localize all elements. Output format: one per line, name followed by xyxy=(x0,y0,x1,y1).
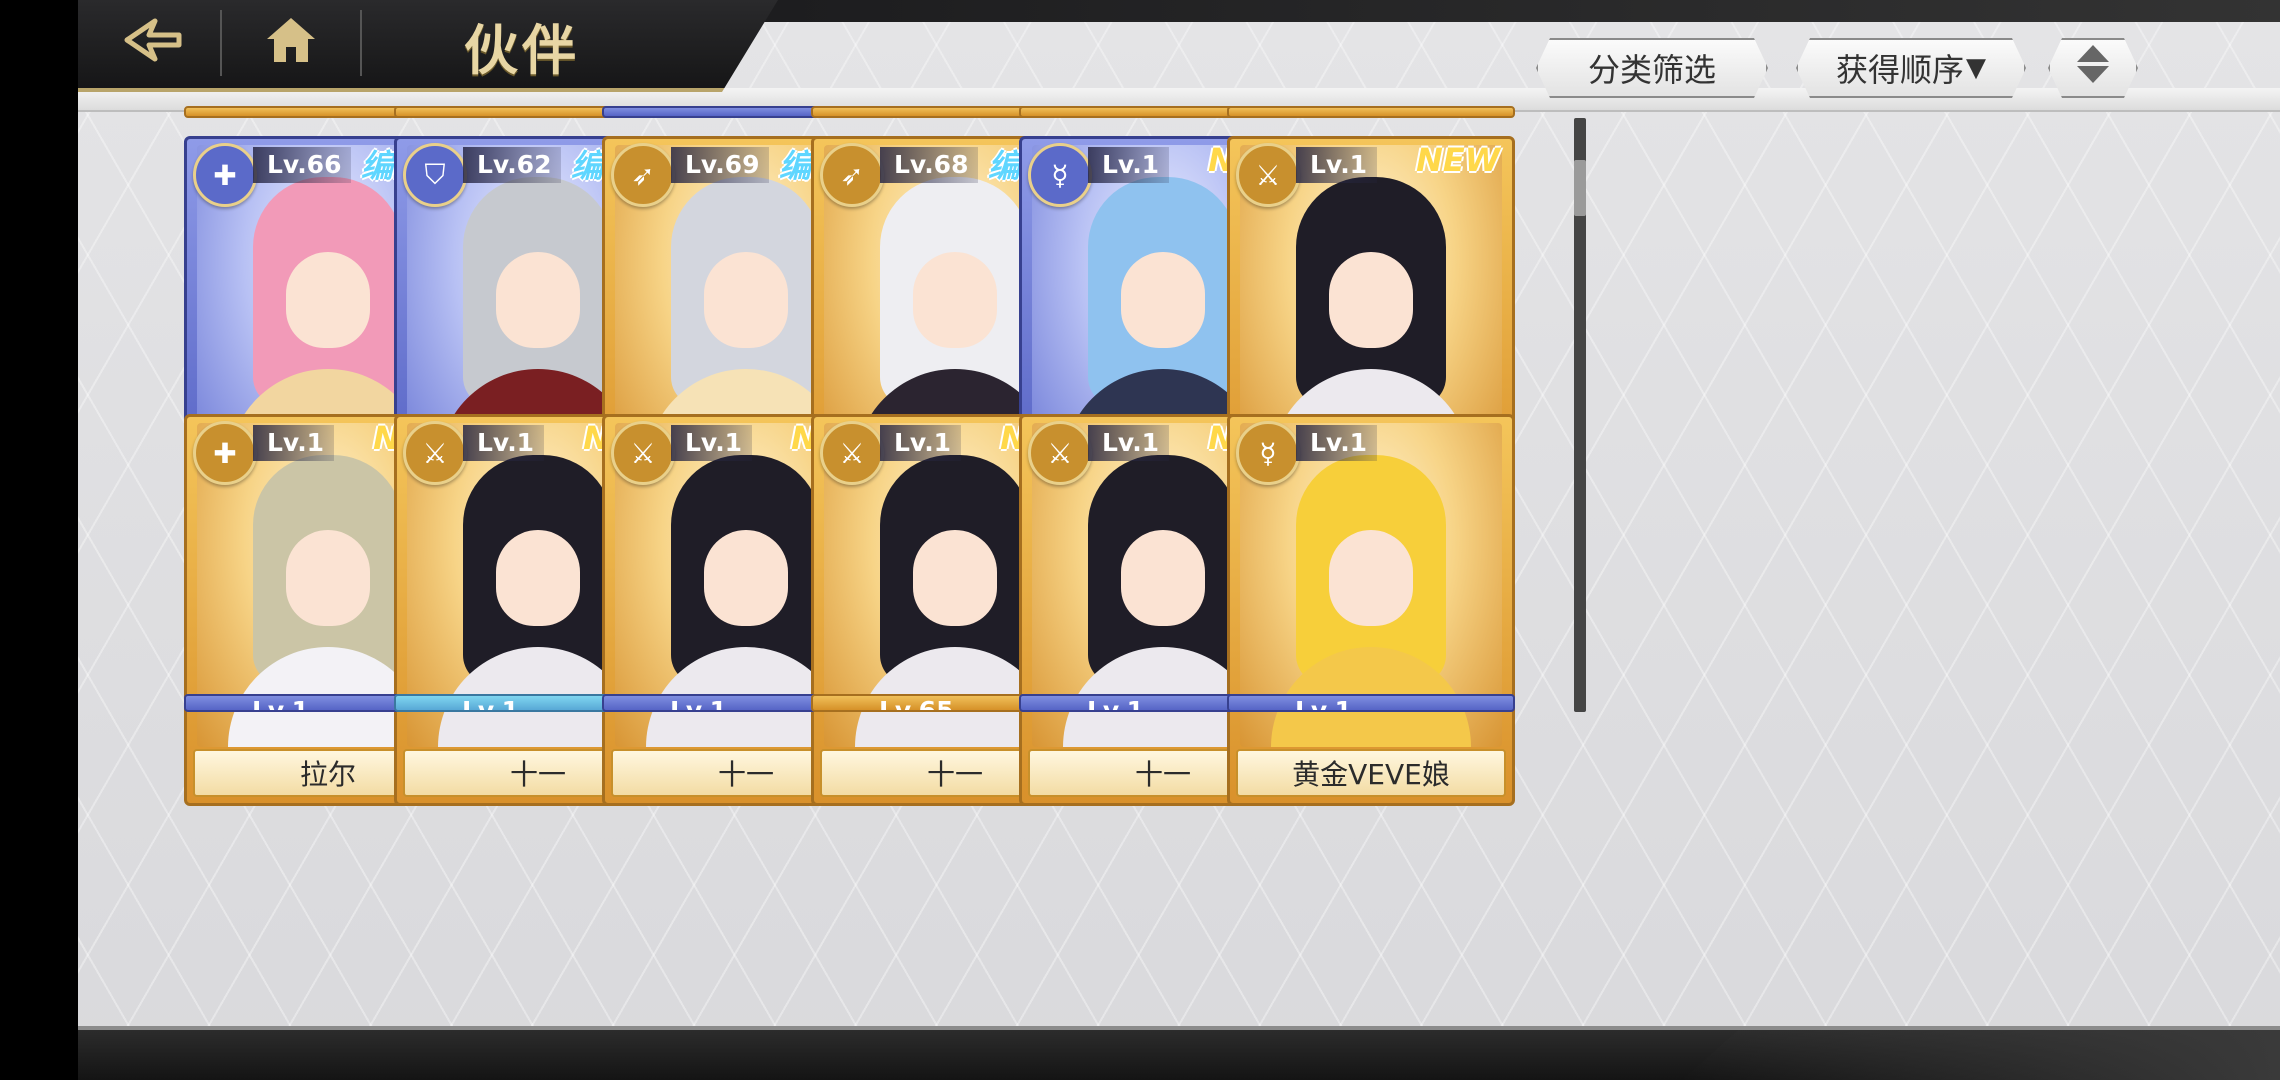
portrait-face xyxy=(1121,529,1205,626)
level-label: Lv.1 xyxy=(1296,147,1378,183)
sword-icon: ⚔ xyxy=(1028,421,1092,485)
level-label: Lv.1 xyxy=(880,425,962,461)
mage-icon: ☿ xyxy=(1028,143,1092,207)
sort-order-label: 获得顺序 xyxy=(1835,51,1964,89)
level-label: Lv.1 xyxy=(671,425,753,461)
partner-card-partial[interactable]: Lv.1 xyxy=(1227,694,1515,712)
portrait-face xyxy=(704,251,788,348)
level-label: Lv.1 xyxy=(1296,425,1378,461)
sword-icon: ⚔ xyxy=(820,421,884,485)
portrait-face xyxy=(286,251,370,348)
level-label: Lv.69 xyxy=(671,147,770,183)
level-label: Lv.1 xyxy=(1088,425,1170,461)
portrait-face xyxy=(1329,251,1413,348)
scrollbar-thumb[interactable] xyxy=(1574,160,1586,216)
level-label: Lv.1 xyxy=(253,425,335,461)
level-label: Lv.1 xyxy=(462,696,520,712)
category-filter-label: 分类筛选 xyxy=(1587,51,1716,89)
portrait-face xyxy=(913,251,997,348)
divider xyxy=(220,10,222,76)
level-label: Lv.66 xyxy=(253,147,352,183)
shield-icon: ⛉ xyxy=(403,143,467,207)
page-title: 伙伴 xyxy=(464,18,580,82)
healer-icon: ✚ xyxy=(193,421,257,485)
portrait-face xyxy=(913,529,997,626)
level-label: Lv.1 xyxy=(1087,696,1145,712)
top-bar: 伙伴 分类筛选 获得顺序 ▼ xyxy=(78,0,2280,112)
new-tag: NEW xyxy=(1416,141,1500,179)
mage-icon: ☿ xyxy=(1236,421,1300,485)
sword-icon: ⚔ xyxy=(611,421,675,485)
category-filter-button[interactable]: 分类筛选 xyxy=(1536,38,1768,98)
home-icon xyxy=(264,15,318,69)
portrait-face xyxy=(286,529,370,626)
level-label: Lv.1 xyxy=(1088,147,1170,183)
bow-icon: ➶ xyxy=(820,143,884,207)
sword-icon: ⚔ xyxy=(1236,143,1300,207)
sort-direction-icon xyxy=(2073,42,2113,94)
portrait-face xyxy=(704,529,788,626)
level-label: Lv.1 xyxy=(1295,696,1353,712)
divider xyxy=(360,10,362,76)
portrait-face xyxy=(496,529,580,626)
level-label: Lv.68 xyxy=(880,147,979,183)
level-label: Lv.62 xyxy=(463,147,562,183)
level-label: Lv.1 xyxy=(463,425,545,461)
partner-name: 黄金VEVE娘 xyxy=(1236,749,1506,797)
level-label: Lv.1 xyxy=(670,696,728,712)
partner-card-partial[interactable] xyxy=(1227,106,1515,118)
back-button[interactable] xyxy=(108,0,198,84)
bottom-bar xyxy=(78,1026,2280,1080)
partner-screen: 伙伴 分类筛选 获得顺序 ▼ ✚Lv.66编队！+11★★★★★艾莉丝⛉Lv.6… xyxy=(78,0,2280,1080)
sword-icon: ⚔ xyxy=(403,421,467,485)
chevron-down-icon: ▼ xyxy=(1966,53,1986,83)
portrait-face xyxy=(1121,251,1205,348)
back-arrow-icon xyxy=(123,15,183,69)
healer-icon: ✚ xyxy=(193,143,257,207)
sort-order-dropdown[interactable]: 获得顺序 ▼ xyxy=(1796,38,2026,98)
level-label: Lv.65 xyxy=(879,696,954,712)
portrait-face xyxy=(1329,529,1413,626)
top-strip xyxy=(718,0,2280,22)
sort-direction-toggle[interactable] xyxy=(2048,38,2138,98)
level-label: Lv.1 xyxy=(252,696,310,712)
home-button[interactable] xyxy=(246,0,336,84)
partner-card[interactable]: ☿ Lv.1 黄金VEVE娘 xyxy=(1227,414,1515,806)
portrait-face xyxy=(496,251,580,348)
bow-icon: ➶ xyxy=(611,143,675,207)
